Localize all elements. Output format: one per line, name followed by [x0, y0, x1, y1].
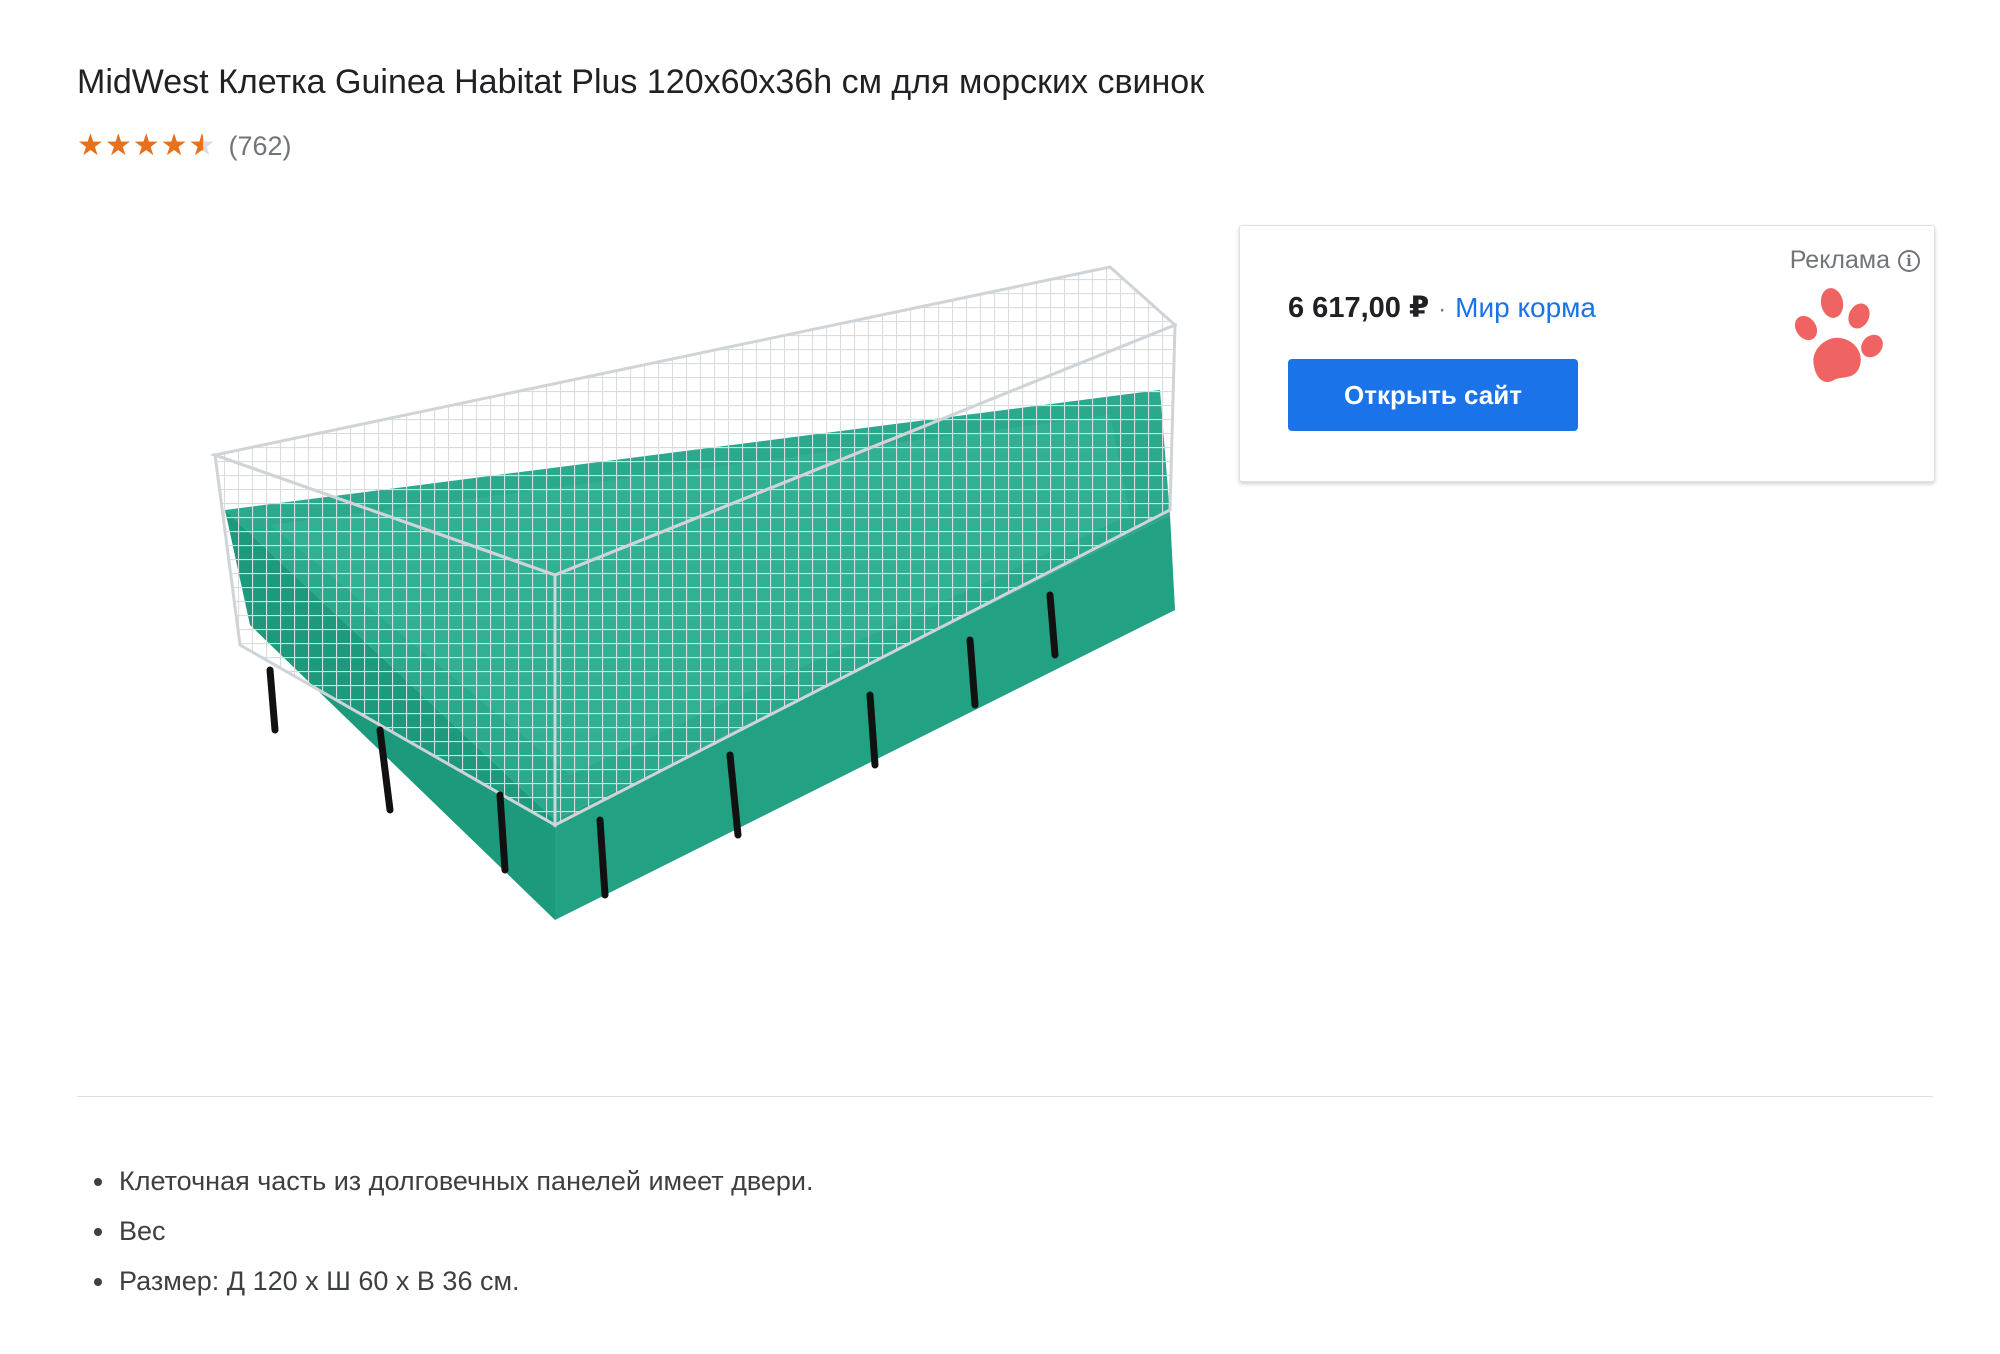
- price-row: 6 617,00 ₽ · Мир корма: [1288, 290, 1596, 325]
- ad-label-text: Реклама: [1789, 246, 1890, 274]
- product-title: MidWest Клетка Guinea Habitat Plus 120x6…: [77, 63, 1205, 101]
- product-image[interactable]: [210, 265, 1200, 985]
- merchant-link[interactable]: Мир корма: [1455, 292, 1596, 324]
- list-item: Вес: [117, 1210, 814, 1260]
- review-count[interactable]: (762): [228, 131, 291, 162]
- divider: [77, 1096, 1933, 1097]
- ad-label[interactable]: Реклама i: [1790, 246, 1920, 275]
- rating-stars: ★★★★★ ★★★★★: [77, 129, 217, 162]
- info-icon[interactable]: i: [1898, 249, 1920, 272]
- list-item: Клеточная часть из долговечных панелей и…: [117, 1160, 814, 1210]
- ad-card[interactable]: Реклама i 6 617,00 ₽ · Мир корма Открыть…: [1239, 225, 1935, 482]
- price: 6 617,00 ₽: [1288, 292, 1430, 324]
- separator: ·: [1438, 296, 1447, 323]
- list-item: Размер: Д 120 х Ш 60 х В 36 см.: [117, 1260, 814, 1310]
- feature-list: Клеточная часть из долговечных панелей и…: [77, 1160, 814, 1310]
- paw-icon[interactable]: [1792, 286, 1888, 390]
- open-site-button[interactable]: Открыть сайт: [1288, 359, 1578, 431]
- rating-stars-filled: ★★★★★: [77, 129, 203, 162]
- rating[interactable]: ★★★★★ ★★★★★ (762): [77, 128, 292, 164]
